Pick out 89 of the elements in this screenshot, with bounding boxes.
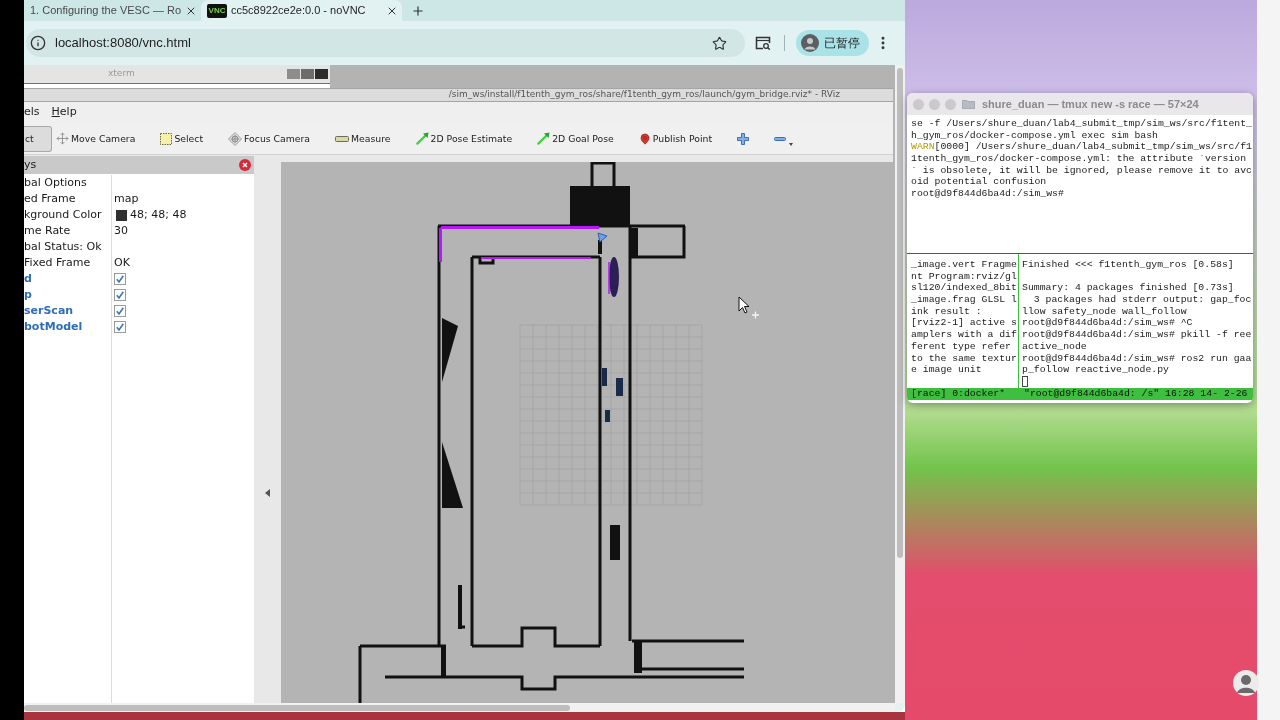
property-name: kground Color [24,208,102,221]
property-name: bal Options [24,176,87,189]
terminal-line: _image.vert Fragme [911,259,1018,271]
property-value: OK [114,255,130,271]
menu-item[interactable]: els [24,104,40,121]
terminal-line: amplers with a dif [911,329,1018,341]
focus-camera-button[interactable]: Focus Camera [224,125,315,152]
display-checkbox[interactable] [114,321,126,333]
display-checkbox[interactable] [114,289,126,301]
pose-arrow-icon [537,132,551,145]
vertical-scrollbar[interactable] [895,65,905,703]
folder-icon [962,99,975,109]
terminal-line: llow safety_node wall_follow [1022,305,1188,318]
display-name[interactable]: d [24,272,32,285]
goal-pose-button[interactable]: 2D Goal Pose [533,125,618,152]
status-window-list: [race] 0:docker* [907,388,1024,400]
measure-tool-button[interactable]: Measure [331,125,395,152]
render-view[interactable] [281,162,893,703]
window-title: shure_duan — tmux new -s race — 57×24 [982,96,1199,112]
terminal-line: root@d9f844d6ba4d:/sim_ws# pkill -f ree [1022,329,1253,341]
terminal-line: 3 packages had stderr output: gap_foc [1032,294,1253,306]
map-pin-icon [638,131,651,146]
collapse-arrow-icon[interactable] [265,489,270,497]
move-camera-button[interactable]: Move Camera [52,125,140,152]
select-tool-button[interactable]: Select [156,125,208,152]
terminal-line: nt Program:rviz/gl [911,270,1018,283]
interact-tool-button[interactable]: ct [24,125,52,152]
terminal-line: [rviz2-1] active s [911,317,1018,330]
property-name: Fixed Frame [24,256,91,269]
terminal-line: to the same textur [911,352,1018,365]
selection-rectangle-icon [160,132,173,145]
display-checkbox[interactable] [114,305,126,317]
terminal-line: ink result : [911,305,983,318]
pose-arrow-icon [415,132,429,145]
terminal-line: Summary: 4 packages finished [0.73s] [1022,282,1235,295]
site-favicon: VNC [207,3,227,18]
info-icon[interactable] [30,35,46,51]
plus-icon [737,132,750,145]
move-arrows-icon [56,132,69,145]
horizontal-scrollbar[interactable] [24,703,895,712]
scrollbar-thumb[interactable] [897,68,903,558]
terminal-line: p_follow reactive_node.py [1022,364,1170,376]
bookmark-star-icon[interactable] [712,35,727,51]
terminal-line: ` is obsolete, it will be ignored, please remove it to avc [911,164,1249,177]
minus-icon [774,136,787,141]
window-title: xterm [107,67,135,81]
terminal-line: active_node [1022,340,1088,353]
property-name: me Rate [24,224,71,237]
display-name[interactable]: serScan [24,304,74,317]
window-search-icon[interactable] [755,36,771,50]
menu-item[interactable]: Help [51,104,77,121]
browser-tab[interactable]: 1. Configuring the VESC — Ro [24,0,201,21]
close-panel-icon[interactable] [239,159,251,171]
terminal-line: Finished <<< f1tenth_gym_ros [0.58s] [1022,259,1235,271]
avatar-icon [801,34,819,52]
caret-icon [789,142,794,146]
status-info-text: "root@d9f844d6ba4d: /s" 16:28 14- 2-26 [1024,388,1248,400]
browser-tab[interactable]: VNC cc5c8922ce2e:0.0 - noVNC [201,0,402,21]
scrollbar-thumb[interactable] [24,704,570,711]
publish-point-button[interactable]: Publish Point [634,125,717,152]
mouse-pointer-icon [738,296,760,320]
property-value: 48; 48; 48 [130,207,187,223]
terminal-line: h_gym_ros/docker-compose.yml exec sim bash [911,129,1159,142]
avatar-icon [1233,669,1259,697]
profile-button[interactable]: 已暂停 [796,30,869,56]
panel-title: ys [24,156,37,173]
terminal-line: root@d9f844d6ba4d:/sim_ws# ^C [1022,317,1194,330]
terminal-line: _image.frag GLSL l [911,294,1018,306]
terminal-line: e image unit [911,364,983,376]
window-title: /sim_ws/install/f1tenth_gym_ros/share/f1tenth_gym_ros/launch/gym_bridge.rviz* - RViz [448,88,840,102]
display-name[interactable]: botModel [24,320,83,333]
display-checkbox[interactable] [114,273,126,285]
terminal-line: root@d9f844d6ba4d:/sim_ws# [911,188,1065,200]
terminal-line: oid potential confusion [911,176,1048,189]
plus-icon [411,3,425,18]
property-name: ed Frame [24,192,76,205]
terminal-line: ferent type refer [911,340,1012,353]
ruler-icon [335,135,350,142]
property-name: bal Status: Ok [24,240,102,253]
pose-estimate-button[interactable]: 2D Pose Estimate [411,125,517,152]
property-value: 30 [114,223,128,239]
address-bar[interactable]: localhost:8080/vnc.html [26,29,745,57]
robot-marker-icon [597,232,608,243]
terminal-line: root@d9f844d6ba4d:/sim_ws# ros2 run gaa [1022,352,1253,365]
terminal-line: 1tenth_gym_ros/docker-compose.yml: the attribute `version [911,153,1248,165]
property-value: map [114,191,139,207]
display-name[interactable]: p [24,288,32,301]
terminal-line: sl120/indexed_8bit [911,282,1018,295]
focus-target-icon [228,131,243,146]
